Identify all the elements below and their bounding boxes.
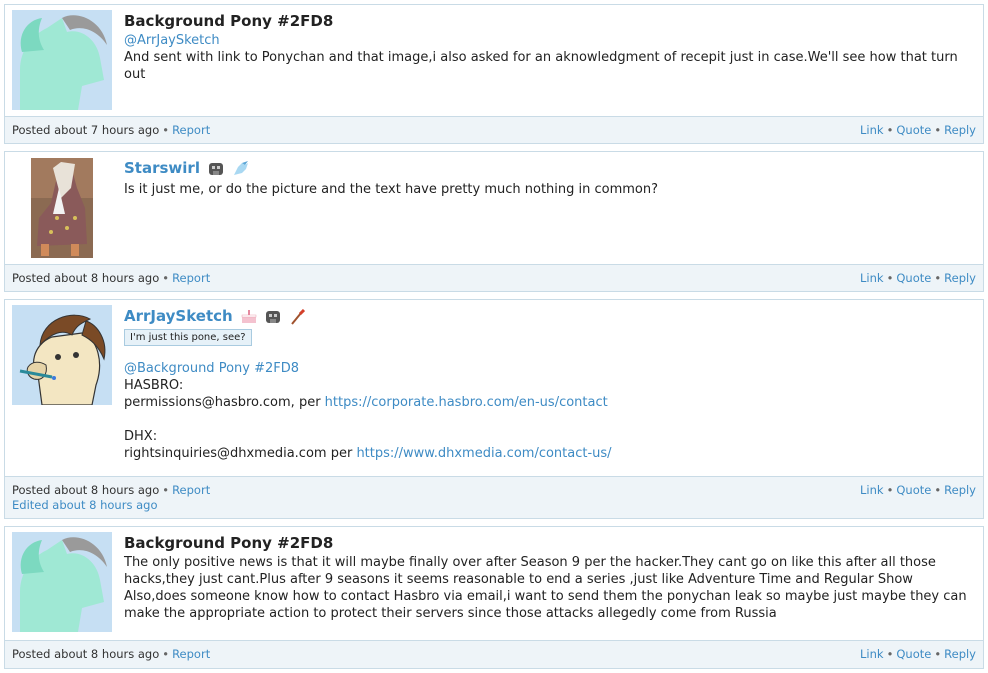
- post-text-dhx-label: DHX:: [124, 429, 158, 444]
- separator: •: [934, 483, 942, 497]
- post-text-hasbro-contact: permissions@hasbro.com, per https://corp…: [124, 394, 975, 411]
- post-text-dhx-contact: rightsinquiries@dhxmedia.com per https:/…: [124, 445, 975, 462]
- post-footer: Posted about 8 hours ago • Report Edited a…: [5, 476, 983, 518]
- paintbrush-badge-icon[interactable]: [289, 308, 306, 325]
- badge-list: [241, 306, 308, 326]
- background-pony-avatar-icon: [12, 532, 112, 632]
- hasbro-email: permissions@hasbro.com, per: [124, 395, 325, 410]
- separator: •: [162, 647, 170, 661]
- post-author[interactable]: Starswirl: [124, 158, 975, 178]
- author-name[interactable]: Starswirl: [124, 158, 200, 178]
- arrjaysketch-avatar-icon: [12, 305, 112, 405]
- avatar[interactable]: [31, 158, 93, 258]
- hasbro-contact-link[interactable]: https://corporate.hasbro.com/en-us/conta…: [325, 395, 608, 410]
- starswirl-avatar-icon: [31, 158, 93, 258]
- reply-link[interactable]: Reply: [944, 483, 976, 497]
- separator: •: [162, 271, 170, 285]
- separator: •: [886, 483, 894, 497]
- quote-link[interactable]: Quote: [896, 647, 931, 661]
- badge-list: [208, 158, 253, 178]
- link-link[interactable]: Link: [860, 271, 884, 285]
- elephant-badge-icon[interactable]: [265, 309, 281, 325]
- link-link[interactable]: Link: [860, 123, 884, 137]
- mention-link[interactable]: @ArrJaySketch: [124, 32, 975, 49]
- post-text-hasbro-label: HASBRO:: [124, 378, 184, 393]
- unicorn-badge-icon[interactable]: [232, 160, 250, 177]
- separator: •: [934, 123, 942, 137]
- post-timestamp: Posted about 8 hours ago: [12, 647, 160, 661]
- post-text: The only positive news is that it will m…: [124, 555, 967, 621]
- avatar[interactable]: [12, 532, 112, 632]
- post-author[interactable]: Background Pony #2FD8: [124, 11, 975, 31]
- dhx-email: rightsinquiries@dhxmedia.com per: [124, 446, 357, 461]
- avatar[interactable]: [12, 305, 112, 405]
- link-link[interactable]: Link: [860, 647, 884, 661]
- report-link[interactable]: Report: [172, 483, 210, 497]
- separator: •: [162, 123, 170, 137]
- post-author[interactable]: ArrJaySketch: [124, 306, 975, 326]
- reply-link[interactable]: Reply: [944, 647, 976, 661]
- reply-link[interactable]: Reply: [944, 271, 976, 285]
- report-link[interactable]: Report: [172, 271, 210, 285]
- reply-link[interactable]: Reply: [944, 123, 976, 137]
- post-text: Is it just me, or do the picture and the…: [124, 182, 659, 197]
- separator: •: [162, 483, 170, 497]
- comment-post: Background Pony #2FD8 @ArrJaySketch And …: [4, 4, 984, 144]
- avatar[interactable]: [12, 10, 112, 110]
- cake-badge-icon[interactable]: [241, 309, 257, 325]
- link-link[interactable]: Link: [860, 483, 884, 497]
- post-text: And sent with link to Ponychan and that …: [124, 50, 958, 82]
- comment-post: Background Pony #2FD8 The only positive …: [4, 526, 984, 669]
- separator: •: [934, 271, 942, 285]
- post-footer: Posted about 7 hours ago • Report Link • Quo…: [5, 116, 983, 143]
- background-pony-avatar-icon: [12, 10, 112, 110]
- post-footer: Posted about 8 hours ago • Report Link • Quo…: [5, 264, 983, 291]
- post-timestamp: Posted about 8 hours ago: [12, 483, 160, 497]
- separator: •: [886, 647, 894, 661]
- post-author[interactable]: Background Pony #2FD8: [124, 533, 975, 553]
- edited-timestamp[interactable]: Edited about 8 hours ago: [12, 498, 157, 512]
- elephant-badge-icon[interactable]: [208, 161, 224, 177]
- quote-link[interactable]: Quote: [896, 123, 931, 137]
- separator: •: [886, 271, 894, 285]
- post-footer: Posted about 8 hours ago • Report Link • Quo…: [5, 640, 983, 668]
- comment-post: Starswirl Is it just me, or do the pictu…: [4, 151, 984, 292]
- separator: •: [934, 647, 942, 661]
- comment-post: ArrJaySketch I'm just this pone, see? @B…: [4, 299, 984, 519]
- dhx-contact-link[interactable]: https://www.dhxmedia.com/contact-us/: [356, 446, 611, 461]
- user-flair-badge: I'm just this pone, see?: [124, 329, 252, 346]
- post-timestamp: Posted about 8 hours ago: [12, 271, 160, 285]
- report-link[interactable]: Report: [172, 647, 210, 661]
- report-link[interactable]: Report: [172, 123, 210, 137]
- separator: •: [886, 123, 894, 137]
- quote-link[interactable]: Quote: [896, 483, 931, 497]
- author-name[interactable]: ArrJaySketch: [124, 306, 233, 326]
- quote-link[interactable]: Quote: [896, 271, 931, 285]
- post-timestamp: Posted about 7 hours ago: [12, 123, 160, 137]
- mention-link[interactable]: @Background Pony #2FD8: [124, 360, 975, 377]
